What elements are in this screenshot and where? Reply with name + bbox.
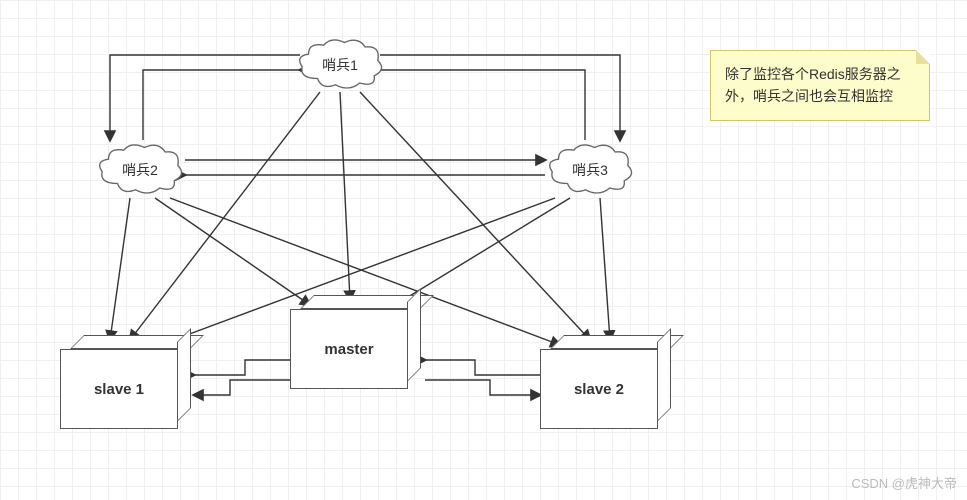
- edge-master-slave2: [425, 380, 540, 395]
- edge-s1-s3: [380, 55, 620, 140]
- master-label: master: [324, 341, 373, 358]
- annotation-text: 除了监控各个Redis服务器之外，哨兵之间也会互相监控: [725, 66, 901, 104]
- sentinel-2-node: 哨兵2: [95, 140, 185, 200]
- diagram-canvas: 哨兵1 哨兵2 哨兵3 master slave 1 slave 2: [0, 0, 967, 500]
- sentinel-2-label: 哨兵2: [122, 160, 158, 180]
- annotation-note: 除了监控各个Redis服务器之外，哨兵之间也会互相监控: [710, 50, 930, 121]
- edge-slave2-master: [425, 360, 540, 375]
- edge-slave1-master: [194, 360, 290, 375]
- sentinel-3-label: 哨兵3: [572, 160, 608, 180]
- watermark: CSDN @虎神大帝: [851, 473, 957, 492]
- edge-s2-slave1: [110, 198, 130, 340]
- edge-master-slave1: [194, 380, 290, 395]
- master-node: master: [290, 295, 420, 390]
- edge-s1-s2: [110, 55, 300, 140]
- edge-s1-master: [340, 92, 350, 300]
- sentinel-3-node: 哨兵3: [545, 140, 635, 200]
- edge-s2-s1: [143, 70, 300, 140]
- slave-2-label: slave 2: [574, 381, 624, 398]
- edge-s3-master: [395, 198, 570, 305]
- sentinel-1-label: 哨兵1: [322, 55, 358, 75]
- slave-1-label: slave 1: [94, 381, 144, 398]
- slave-1-node: slave 1: [60, 335, 190, 430]
- edge-s2-master: [155, 198, 310, 305]
- edge-s3-s1: [380, 70, 585, 140]
- sentinel-1-node: 哨兵1: [295, 35, 385, 95]
- edge-s3-slave2: [600, 198, 610, 340]
- slave-2-node: slave 2: [540, 335, 670, 430]
